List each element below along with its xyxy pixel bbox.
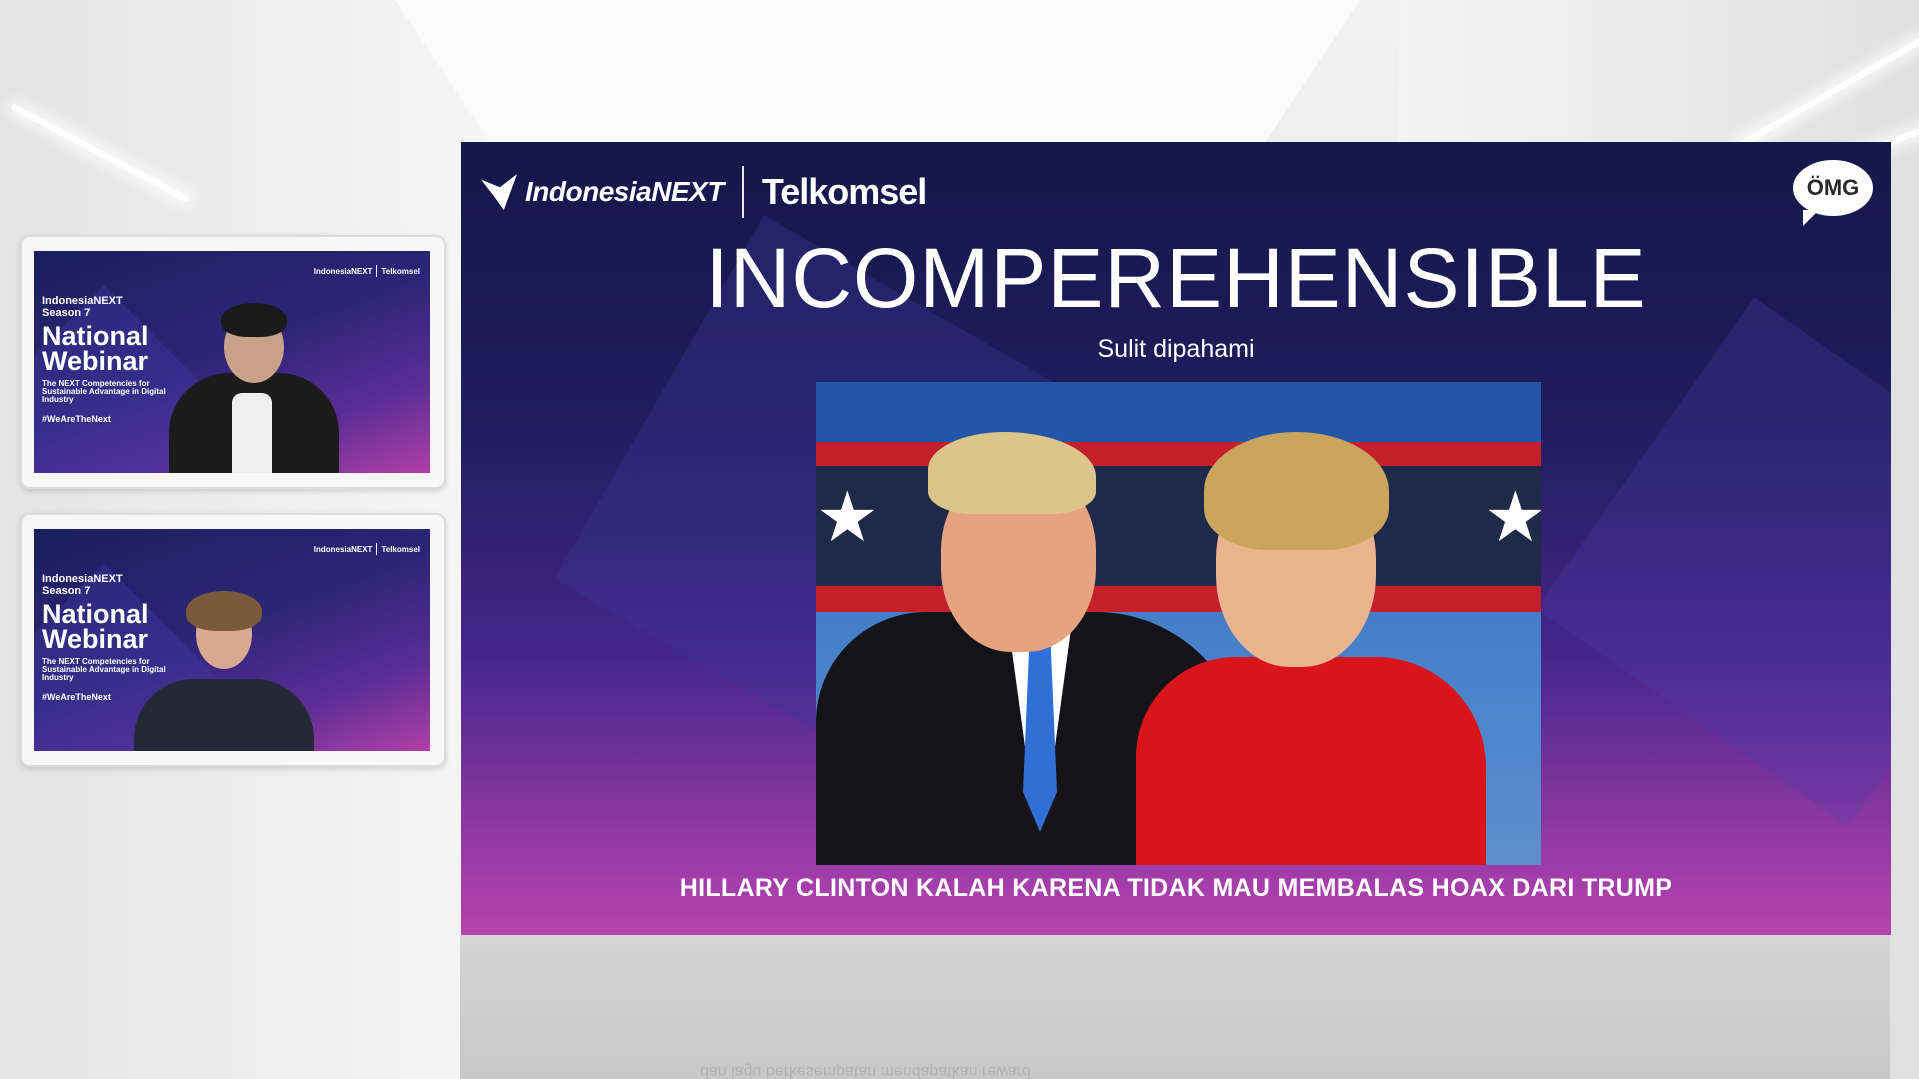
event-name: IndonesiaNEXT <box>42 573 123 585</box>
logo-divider <box>376 543 378 555</box>
floor <box>460 935 1890 1079</box>
star-icon: ★ <box>816 478 879 556</box>
red-stripe <box>816 442 1541 466</box>
logo-divider <box>376 265 378 277</box>
webinar-info: IndonesiaNEXT Season 7 National Webinar … <box>42 295 170 424</box>
star-icon: ★ <box>1484 478 1541 556</box>
speaker-hair <box>221 303 287 337</box>
speaker-avatar <box>164 273 344 473</box>
woman-hair <box>1204 432 1389 550</box>
participant-video-2[interactable]: IndonesiaNEXT Telkomsel IndonesiaNEXT Se… <box>20 513 446 767</box>
event-season: Season 7 <box>42 585 91 597</box>
presentation-slide: IndonesiaNEXT Telkomsel ÖMG INCOMPEREHEN… <box>461 142 1891 935</box>
hashtag: #WeAreTheNext <box>42 414 111 424</box>
thumb-logos: IndonesiaNEXT Telkomsel <box>314 543 420 555</box>
webinar-title: National Webinar <box>42 321 149 376</box>
event-name: IndonesiaNEXT <box>42 295 123 307</box>
event-season: Season 7 <box>42 307 91 319</box>
logo-divider <box>741 166 744 218</box>
slide-subtitle: Sulit dipahami <box>1097 335 1255 363</box>
participant-video-feed: IndonesiaNEXT Telkomsel IndonesiaNEXT Se… <box>34 251 430 473</box>
indonesianext-bird-icon <box>481 174 518 210</box>
navy-band <box>816 466 1541 586</box>
stage-backdrop <box>816 382 1541 442</box>
slide-caption: HILLARY CLINTON KALAH KARENA TIDAK MAU M… <box>679 874 1673 902</box>
omg-logo: ÖMG <box>1793 160 1873 226</box>
participant-video-1[interactable]: IndonesiaNEXT Telkomsel IndonesiaNEXT Se… <box>20 235 446 489</box>
ceiling <box>395 0 1360 145</box>
background-shape <box>1536 297 1891 827</box>
red-stripe <box>816 586 1541 612</box>
telkomsel-logo: Telkomsel <box>761 171 927 212</box>
speaker-shirt <box>232 393 272 473</box>
participant-video-feed: IndonesiaNEXT Telkomsel IndonesiaNEXT Se… <box>34 529 430 751</box>
webinar-subtitle: The NEXT Competencies for Sustainable Ad… <box>42 379 166 404</box>
host-avatar <box>134 551 314 751</box>
brand-header: IndonesiaNEXT Telkomsel <box>481 166 927 218</box>
thumb-logo-telkomsel: Telkomsel <box>381 266 420 276</box>
floor-reflection-caption: dan lagu berkesempatan mendapatkan rewar… <box>700 1063 1031 1079</box>
thumb-logo-indonesianext: IndonesiaNEXT <box>313 544 373 554</box>
indonesianext-logo: IndonesiaNEXT <box>525 176 724 207</box>
host-body <box>134 679 314 751</box>
debate-photo: ★ ★ <box>816 382 1541 865</box>
thumb-logo-telkomsel: Telkomsel <box>381 544 420 554</box>
host-hair <box>186 591 262 631</box>
woman-red-top <box>1136 657 1486 865</box>
slide-title: INCOMPEREHENSIBLE <box>705 231 1647 325</box>
